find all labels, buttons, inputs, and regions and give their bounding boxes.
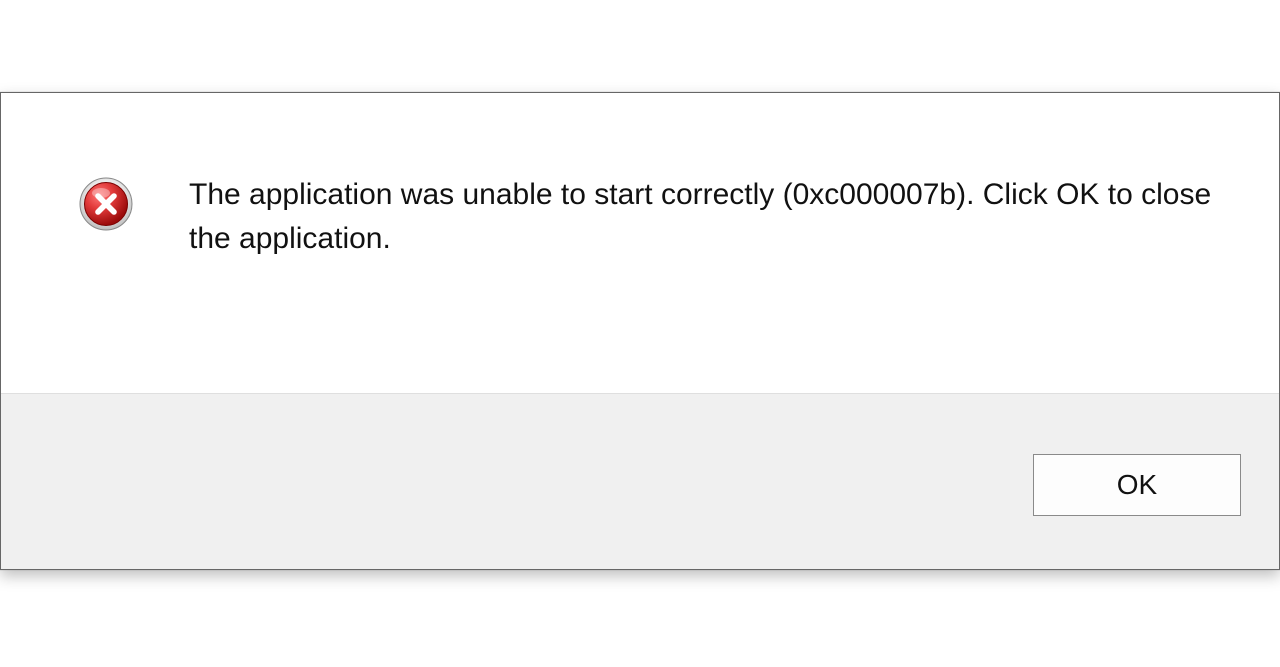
ok-button[interactable]: OK [1033, 454, 1241, 516]
error-icon [79, 177, 133, 231]
dialog-button-bar: OK [1, 393, 1279, 569]
dialog-body: The application was unable to start corr… [1, 93, 1279, 393]
viewport: The application was unable to start corr… [0, 0, 1280, 667]
error-message: The application was unable to start corr… [189, 173, 1219, 261]
error-dialog: The application was unable to start corr… [0, 92, 1280, 570]
